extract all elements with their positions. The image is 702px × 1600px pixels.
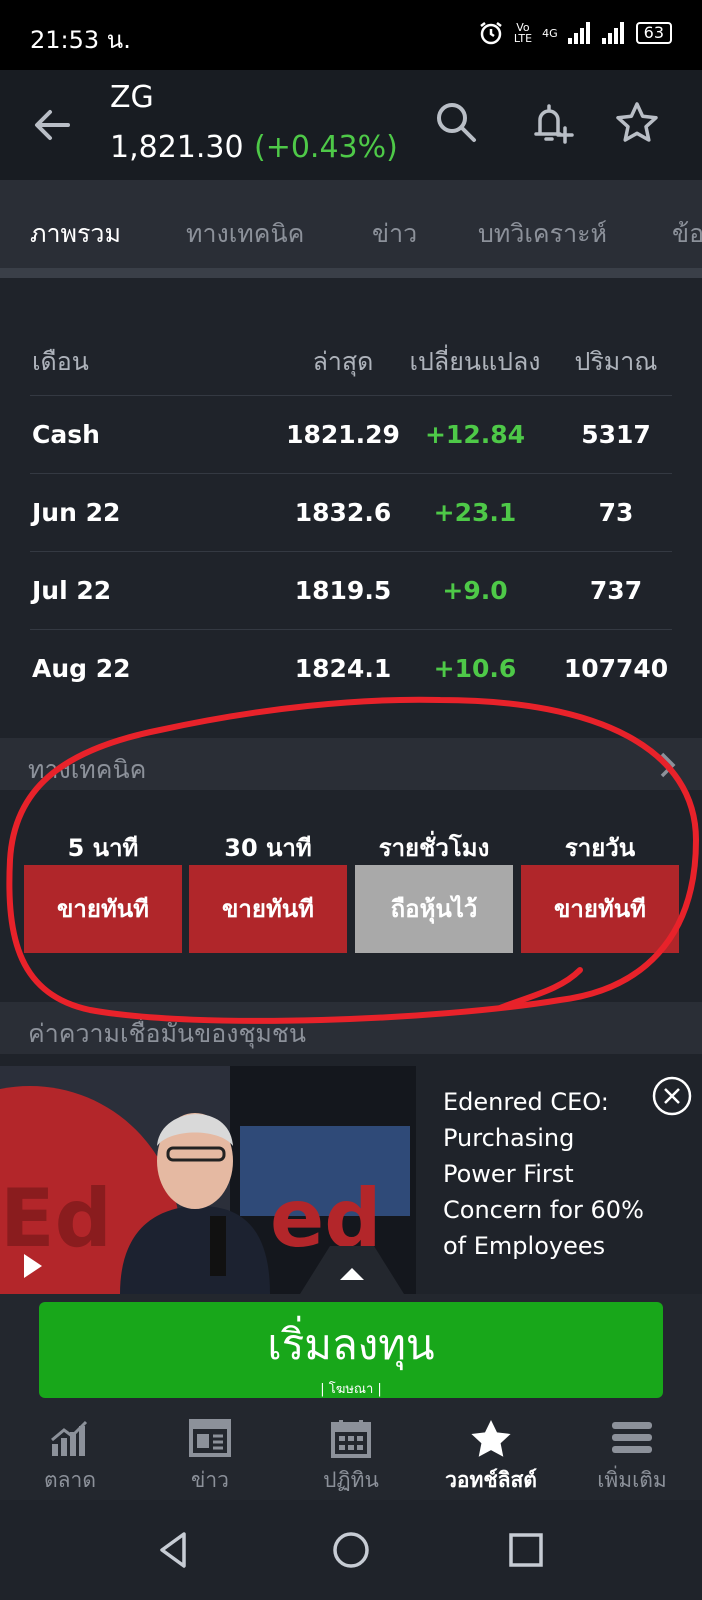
calendar-icon (331, 1420, 371, 1458)
timeframe-daily[interactable]: รายวัน (521, 828, 679, 867)
row-change: +23.1 (433, 498, 517, 527)
bottom-nav: ตลาด ข่าว ปฏิทิน วอทช์ลิสต์ เพิ่มเติม (0, 1400, 702, 1500)
nav-watchlist[interactable]: วอทช์ลิสต์ (421, 1418, 561, 1497)
system-nav-bar (0, 1500, 702, 1600)
network-type: 4G (542, 26, 558, 40)
table-row[interactable]: Aug 22 1824.1 +10.6 107740 (30, 630, 672, 708)
tab-analysis[interactable]: บทวิเคราะห์ (478, 214, 607, 254)
signal-5min[interactable]: ขายทันที (24, 865, 182, 953)
row-last: 1819.5 (294, 576, 392, 605)
tab-news[interactable]: ข่าว (372, 214, 417, 254)
volte-indicator: Vo LTE (513, 21, 533, 45)
timeframe-5min[interactable]: 5 นาที (24, 828, 182, 867)
chevron-right-icon (660, 752, 676, 778)
video-ad[interactable]: Ed ed Edenred CEO: Purchasing Power Firs… (0, 1066, 702, 1294)
technical-section-title: ทางเทคนิค (28, 755, 147, 784)
community-sentiment-title: ค่าความเชื่อมั่นของชุมชน (28, 1019, 306, 1048)
alarm-icon (480, 22, 502, 45)
star-icon (471, 1420, 511, 1457)
invest-banner: เริ่มลงทุน | โฆษณา | (0, 1294, 702, 1400)
tab-more[interactable]: ข้อ (672, 214, 702, 254)
column-header-month: เดือน (32, 347, 89, 376)
ad-tag: | โฆษณา | (320, 1382, 382, 1397)
status-time: 21:53 น. (30, 26, 131, 54)
timeframe-30min[interactable]: 30 นาที (189, 828, 347, 867)
column-header-last: ล่าสุด (312, 347, 374, 376)
add-alert-icon[interactable] (526, 98, 576, 148)
instrument-header: ZG 1,821.30 (+0.43%) (0, 70, 702, 180)
nav-calendar[interactable]: ปฏิทิน (281, 1418, 421, 1497)
news-icon (189, 1419, 231, 1457)
row-volume: 5317 (581, 420, 651, 449)
tab-overview[interactable]: ภาพรวม (30, 214, 121, 254)
signal-daily[interactable]: ขายทันที (521, 865, 679, 953)
technical-signals: 5 นาที 30 นาที รายชั่วโมง รายวัน ขายทันท… (0, 790, 702, 1002)
star-outline-icon[interactable] (612, 98, 662, 148)
search-icon[interactable] (432, 98, 482, 148)
column-header-volume: ปริมาณ (574, 347, 658, 376)
instrument-symbol: ZG (110, 80, 154, 115)
instrument-price: 1,821.30 (110, 130, 244, 165)
battery-icon: 63 (635, 22, 672, 44)
timeframe-hourly[interactable]: รายชั่วโมง (355, 828, 513, 867)
menu-icon (612, 1422, 652, 1453)
row-month: Jul 22 (32, 576, 112, 605)
signal-icon (567, 22, 590, 44)
system-home-icon[interactable] (329, 1528, 373, 1572)
signal-icon-2 (601, 22, 624, 44)
price-change-percent: (+0.43%) (254, 130, 398, 165)
row-month: Cash (32, 420, 100, 449)
signal-30min[interactable]: ขายทันที (189, 865, 347, 953)
svg-text:Ed: Ed (0, 1172, 112, 1265)
futures-table: เดือน ล่าสุด เปลี่ยนแปลง ปริมาณ Cash 182… (0, 288, 702, 736)
row-change: +12.84 (424, 420, 526, 449)
technical-section-header[interactable]: ทางเทคนิค (0, 738, 702, 790)
column-header-change: เปลี่ยนแปลง (409, 347, 541, 376)
table-header-row: เดือน ล่าสุด เปลี่ยนแปลง ปริมาณ (30, 318, 672, 396)
table-row[interactable]: Jun 22 1832.6 +23.1 73 (30, 474, 672, 552)
row-month: Jun 22 (32, 498, 121, 527)
start-investing-button[interactable]: เริ่มลงทุน | โฆษณา | (39, 1302, 663, 1398)
ad-headline[interactable]: Edenred CEO: Purchasing Power First Conc… (443, 1084, 653, 1264)
status-icons: Vo LTE 4G 63 (478, 20, 672, 46)
tab-bar: ภาพรวม ทางเทคนิค ข่าว บทวิเคราะห์ ข้อ (0, 180, 702, 278)
tab-technical[interactable]: ทางเทคนิค (186, 214, 304, 254)
close-icon[interactable] (652, 1076, 692, 1116)
row-volume: 737 (589, 576, 643, 605)
signal-hourly[interactable]: ถือหุ้นไว้ (355, 865, 513, 953)
table-row[interactable]: Cash 1821.29 +12.84 5317 (30, 396, 672, 474)
row-volume: 107740 (563, 654, 669, 683)
nav-markets[interactable]: ตลาด (0, 1418, 140, 1497)
nav-more[interactable]: เพิ่มเติม (562, 1418, 702, 1497)
community-sentiment-header[interactable]: ค่าความเชื่อมั่นของชุมชน (0, 1002, 702, 1054)
chart-icon (51, 1420, 88, 1456)
expand-up-icon[interactable] (300, 1246, 404, 1294)
system-recents-icon[interactable] (504, 1528, 548, 1572)
row-last: 1832.6 (294, 498, 392, 527)
start-investing-label: เริ่มลงทุน (267, 1320, 435, 1369)
row-month: Aug 22 (32, 654, 131, 683)
back-arrow-icon[interactable] (28, 100, 78, 150)
status-bar: 21:53 น. Vo LTE 4G 63 (0, 0, 702, 70)
row-change: +9.0 (442, 576, 508, 605)
system-back-icon[interactable] (152, 1528, 196, 1572)
table-row[interactable]: Jul 22 1819.5 +9.0 737 (30, 552, 672, 630)
row-last: 1824.1 (294, 654, 392, 683)
row-volume: 73 (598, 498, 634, 527)
row-last: 1821.29 (286, 420, 400, 449)
nav-news[interactable]: ข่าว (140, 1418, 280, 1497)
row-change: +10.6 (433, 654, 517, 683)
